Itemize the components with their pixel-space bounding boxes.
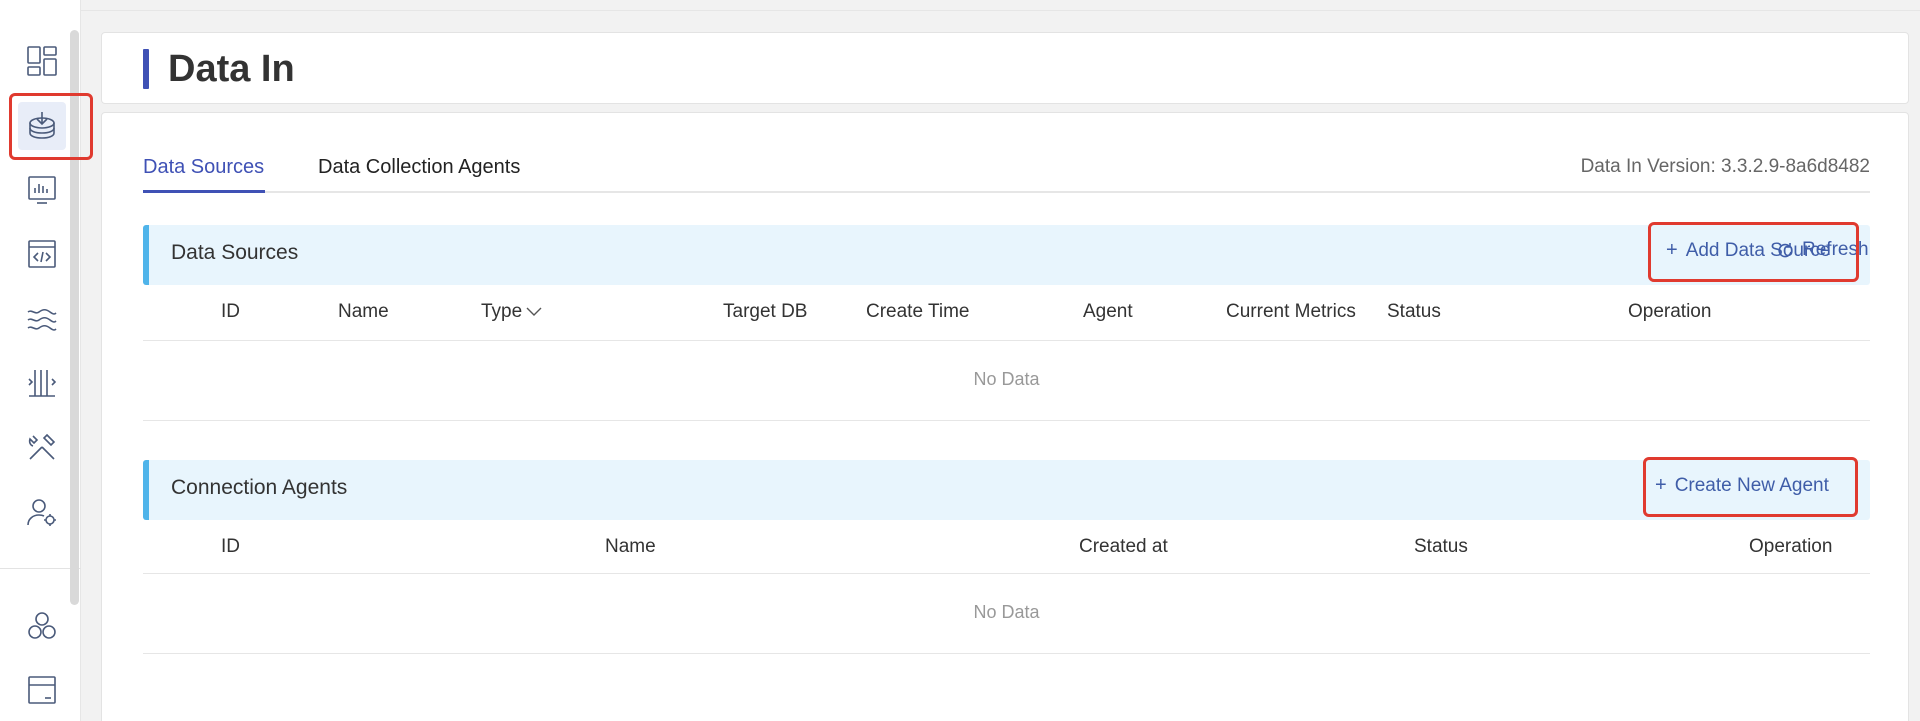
connection-agents-table-header: ID Name Created at Status Operation [143, 520, 1870, 574]
main-panel: Data Sources Data Collection Agents Data… [101, 112, 1909, 721]
user-settings-icon [27, 499, 56, 526]
create-new-agent-button[interactable]: + Create New Agent [1655, 474, 1829, 497]
sidebar-item-user-settings[interactable] [18, 488, 66, 536]
sidebar-item-data-in[interactable] [18, 102, 66, 150]
column-header-status: Status [1387, 301, 1441, 322]
page-header: Data In [101, 32, 1909, 104]
column-header-create-time: Create Time [866, 301, 970, 322]
sidebar-item-dashboard[interactable] [18, 37, 66, 85]
tab-data-sources[interactable]: Data Sources [143, 153, 265, 193]
connection-agents-header: Connection Agents + Create New Agent [143, 460, 1870, 520]
data-sources-table-header: ID Name Type Target DB Create Time Agent… [143, 285, 1870, 341]
tools-icon [28, 433, 56, 460]
create-new-agent-label: Create New Agent [1674, 474, 1829, 496]
connection-agents-empty-row: No Data [143, 574, 1870, 654]
column-header-type-label: Type [481, 301, 523, 322]
add-data-source-button[interactable]: + Add Data Source [1666, 239, 1830, 262]
column-header-created-at: Created at [1079, 536, 1168, 557]
column-header-name: Name [338, 301, 389, 322]
sidebar-divider [0, 568, 81, 569]
column-header-type[interactable]: Type [481, 301, 542, 323]
column-header-current-metrics: Current Metrics [1226, 301, 1356, 322]
cluster-icon [28, 612, 56, 639]
sidebar-item-code[interactable] [18, 230, 66, 278]
chevron-down-icon [526, 307, 542, 316]
connection-agents-title: Connection Agents [171, 476, 348, 499]
data-sources-header: Data Sources Refresh + Add Data Source [143, 225, 1870, 285]
sidebar-item-monitor[interactable] [18, 166, 66, 214]
dashboard-icon [27, 46, 57, 76]
pipeline-icon [28, 370, 57, 397]
tab-data-collection-agents[interactable]: Data Collection Agents [318, 153, 520, 193]
column-header-operation: Operation [1628, 301, 1712, 322]
monitor-chart-icon [28, 176, 56, 204]
data-sources-empty-row: No Data [143, 341, 1870, 421]
no-data-text: No Data [973, 602, 1040, 622]
sidebar [0, 0, 81, 721]
sidebar-item-cluster[interactable] [18, 602, 66, 650]
data-sources-title: Data Sources [171, 241, 299, 264]
header-accent-bar [143, 49, 149, 89]
panel-icon [28, 676, 56, 704]
sidebar-item-pipeline[interactable] [18, 359, 66, 407]
column-header-status: Status [1414, 536, 1468, 557]
code-window-icon [28, 240, 56, 268]
top-divider [81, 10, 1920, 11]
column-header-agent: Agent [1083, 301, 1133, 322]
column-header-id: ID [221, 536, 240, 557]
no-data-text: No Data [973, 369, 1040, 389]
page-title: Data In [168, 48, 295, 90]
sidebar-item-streams[interactable] [18, 295, 66, 343]
column-header-id: ID [221, 301, 240, 322]
data-in-icon [29, 112, 55, 139]
plus-icon: + [1666, 239, 1678, 261]
column-header-name: Name [605, 536, 656, 557]
sidebar-item-panel[interactable] [18, 666, 66, 714]
tab-bar: Data Sources Data Collection Agents Data… [143, 153, 1870, 193]
version-text: Data In Version: 3.3.2.9-8a6d8482 [1580, 156, 1870, 177]
stream-waves-icon [27, 308, 57, 331]
sidebar-item-tools[interactable] [18, 423, 66, 471]
plus-icon: + [1655, 474, 1667, 496]
sidebar-scrollbar[interactable] [70, 30, 79, 605]
column-header-operation: Operation [1749, 536, 1833, 557]
column-header-target-db: Target DB [723, 301, 808, 322]
add-data-source-label: Add Data Source [1685, 239, 1831, 261]
